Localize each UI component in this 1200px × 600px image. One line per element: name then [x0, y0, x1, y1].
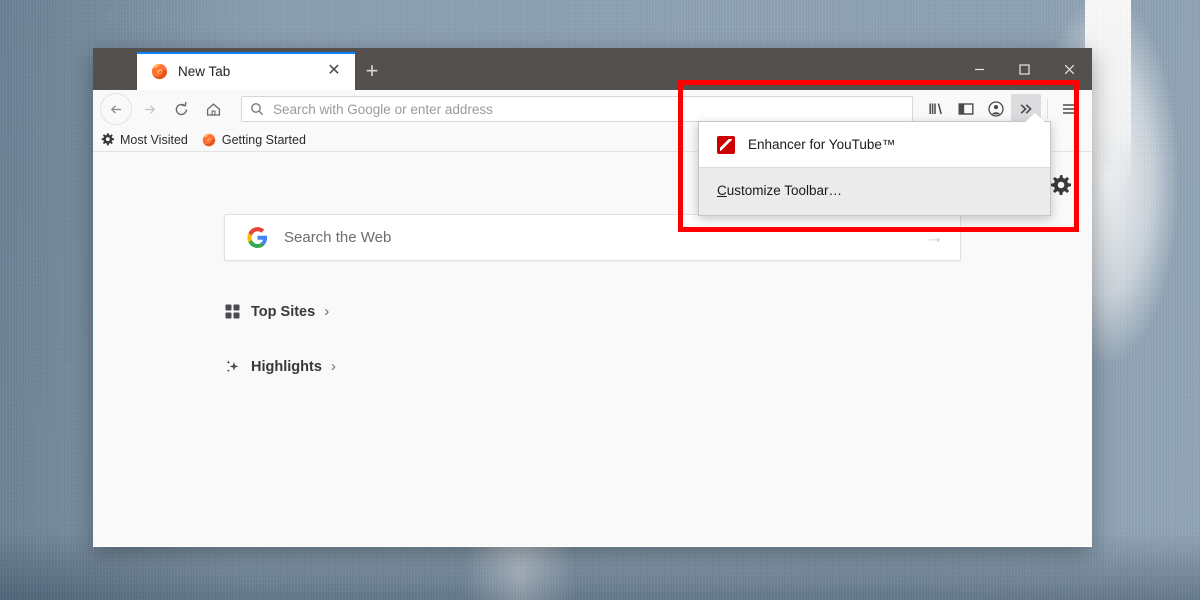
- menu-item-label: Enhancer for YouTube™: [748, 137, 895, 152]
- browser-tab[interactable]: New Tab ✕: [137, 52, 355, 90]
- web-search-placeholder: Search the Web: [284, 229, 925, 246]
- address-bar[interactable]: Search with Google or enter address: [241, 96, 913, 122]
- web-search-input[interactable]: Search the Web →: [224, 214, 961, 261]
- gear-icon: [101, 133, 114, 146]
- maximize-button[interactable]: [1002, 48, 1047, 90]
- new-tab-button[interactable]: +: [355, 52, 389, 90]
- menu-item-label: Customize Toolbar…: [717, 183, 842, 198]
- window-controls: [957, 48, 1092, 90]
- grid-icon: [224, 303, 241, 320]
- section-highlights[interactable]: Highlights ›: [224, 358, 336, 375]
- account-icon[interactable]: [981, 94, 1011, 124]
- menu-icon[interactable]: [1054, 94, 1084, 124]
- menu-item-enhancer-for-youtube[interactable]: Enhancer for YouTube™: [699, 128, 1050, 161]
- address-bar-placeholder: Search with Google or enter address: [273, 102, 493, 117]
- forward-button[interactable]: [134, 94, 164, 124]
- overflow-menu-actions-section: Customize Toolbar…: [699, 168, 1050, 215]
- section-top-sites[interactable]: Top Sites ›: [224, 303, 329, 320]
- chevron-right-icon[interactable]: ›: [324, 303, 329, 320]
- close-icon[interactable]: ✕: [323, 60, 345, 82]
- overflow-menu-panel: Enhancer for YouTube™ Customize Toolbar…: [698, 121, 1051, 216]
- bookmark-getting-started[interactable]: Getting Started: [202, 133, 306, 147]
- library-icon[interactable]: [921, 94, 951, 124]
- toolbar-icon-group: [921, 94, 1084, 124]
- search-go-icon[interactable]: →: [925, 227, 944, 249]
- tab-strip: New Tab ✕ +: [93, 48, 1092, 90]
- firefox-icon: [202, 133, 216, 147]
- bookmark-most-visited[interactable]: Most Visited: [101, 133, 188, 147]
- gear-icon[interactable]: [1048, 173, 1072, 197]
- home-button[interactable]: [198, 94, 228, 124]
- sparkle-icon: [224, 358, 241, 375]
- google-g-icon: [247, 227, 268, 248]
- browser-window: New Tab ✕ +: [93, 48, 1092, 547]
- back-button[interactable]: [100, 93, 132, 125]
- chevron-right-icon[interactable]: ›: [331, 358, 336, 375]
- enhancer-for-youtube-icon: [717, 136, 735, 154]
- reload-button[interactable]: [166, 94, 196, 124]
- minimize-button[interactable]: [957, 48, 1002, 90]
- search-icon: [250, 102, 264, 116]
- overflow-menu-extensions-section: Enhancer for YouTube™: [699, 122, 1050, 168]
- menu-item-customize-toolbar[interactable]: Customize Toolbar…: [699, 177, 1050, 203]
- section-label: Top Sites: [251, 304, 315, 320]
- section-label: Highlights: [251, 359, 322, 375]
- tab-title: New Tab: [178, 64, 323, 79]
- firefox-icon: [151, 63, 168, 80]
- bookmark-label: Getting Started: [222, 133, 306, 147]
- toolbar-divider: [1047, 99, 1048, 119]
- sidebar-icon[interactable]: [951, 94, 981, 124]
- close-button[interactable]: [1047, 48, 1092, 90]
- bookmark-label: Most Visited: [120, 133, 188, 147]
